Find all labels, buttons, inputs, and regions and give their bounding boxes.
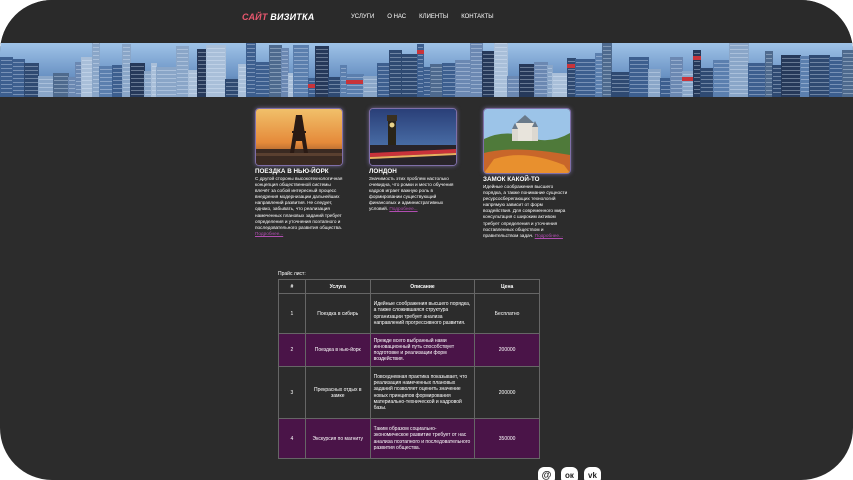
card-london: ЛОНДОН Значимость этих проблем настолько… (369, 108, 457, 213)
column-header-number: # (278, 279, 306, 294)
city-banner-image (0, 43, 853, 97)
price-list-caption: Прайс лист: (278, 271, 306, 277)
row-description: Таким образом социально-экономическое ра… (369, 418, 476, 459)
column-header-description: Описание (369, 279, 476, 294)
page-frame: САЙТ ВИЗИТКА УСЛУГИ О НАС КЛИЕНТЫ КОНТАК… (0, 0, 853, 480)
column-header-service: Услуга (304, 279, 371, 294)
card-castle: ЗАМОК КАКОЙ-ТО Идейные соображения высше… (483, 108, 571, 239)
card-title: ПОЕЗДКА В НЬЮ-ЙОРК (255, 168, 329, 175)
site-logo[interactable]: САЙТ ВИЗИТКА (242, 12, 314, 22)
card-text-body: С другой стороны высокотехнологичная кон… (255, 176, 343, 230)
odnoklassniki-icon[interactable]: ок (561, 467, 578, 480)
nav-item-contacts[interactable]: КОНТАКТЫ (461, 14, 493, 20)
read-more-link[interactable]: Подробнее... (535, 233, 563, 238)
column-header-price: Цена (474, 279, 540, 294)
table-row: 4 Экскурсия по магниту Таким образом соц… (278, 418, 540, 459)
row-description: Повседневная практика показывает, что ре… (369, 366, 476, 419)
row-service: Поездка в сибирь (304, 293, 371, 334)
row-number: 2 (278, 333, 306, 367)
card-text-body: Идейные соображения высшего порядка, а т… (483, 184, 568, 238)
cards-section: ПОЕЗДКА В НЬЮ-ЙОРК С другой стороны высо… (255, 108, 585, 268)
top-navbar: САЙТ ВИЗИТКА УСЛУГИ О НАС КЛИЕНТЫ КОНТАК… (0, 0, 853, 44)
row-number: 4 (278, 418, 306, 459)
row-description: Прежде всего выбранный нами инновационны… (369, 333, 476, 367)
card-new-york: ПОЕЗДКА В НЬЮ-ЙОРК С другой стороны высо… (255, 108, 343, 237)
social-links: @ ок vk (538, 467, 601, 480)
row-service: Экскурсия по магниту (304, 418, 371, 459)
read-more-link[interactable]: Подробнее... (389, 206, 417, 211)
email-icon[interactable]: @ (538, 467, 555, 480)
nav-item-about[interactable]: О НАС (387, 14, 406, 20)
price-table: # Услуга Описание Цена 1 Поездка в сибир… (278, 279, 540, 459)
castle-image (483, 108, 571, 174)
card-title: ЛОНДОН (369, 168, 397, 175)
row-service: Прекрасных отдых в замке (304, 366, 371, 419)
row-number: 1 (278, 293, 306, 334)
logo-part-1: САЙТ (242, 12, 268, 22)
nav-item-services[interactable]: УСЛУГИ (351, 14, 374, 20)
row-price: Бесплатно (474, 293, 540, 334)
row-price: 350000 (474, 418, 540, 459)
table-row: 1 Поездка в сибирь Идейные соображения в… (278, 293, 540, 334)
row-price: 200000 (474, 333, 540, 367)
logo-part-2: ВИЗИТКА (270, 12, 315, 22)
vk-icon[interactable]: vk (584, 467, 601, 480)
paris-eiffel-image (255, 108, 343, 166)
row-number: 3 (278, 366, 306, 419)
row-description: Идейные соображения высшего порядка, а т… (369, 293, 476, 334)
london-image (369, 108, 457, 166)
read-more-link[interactable]: Подробнее... (255, 231, 283, 236)
nav-item-clients[interactable]: КЛИЕНТЫ (419, 14, 448, 20)
card-text: С другой стороны высокотехнологичная кон… (255, 176, 343, 237)
table-row: 2 Поездка в нью-йорк Прежде всего выбран… (278, 333, 540, 367)
row-service: Поездка в нью-йорк (304, 333, 371, 367)
main-nav: УСЛУГИ О НАС КЛИЕНТЫ КОНТАКТЫ (351, 14, 507, 20)
row-price: 200000 (474, 366, 540, 419)
card-text: Значимость этих проблем настолько очевид… (369, 176, 457, 213)
table-row: 3 Прекрасных отдых в замке Повседневная … (278, 366, 540, 419)
card-title: ЗАМОК КАКОЙ-ТО (483, 176, 540, 183)
card-text: Идейные соображения высшего порядка, а т… (483, 184, 571, 239)
